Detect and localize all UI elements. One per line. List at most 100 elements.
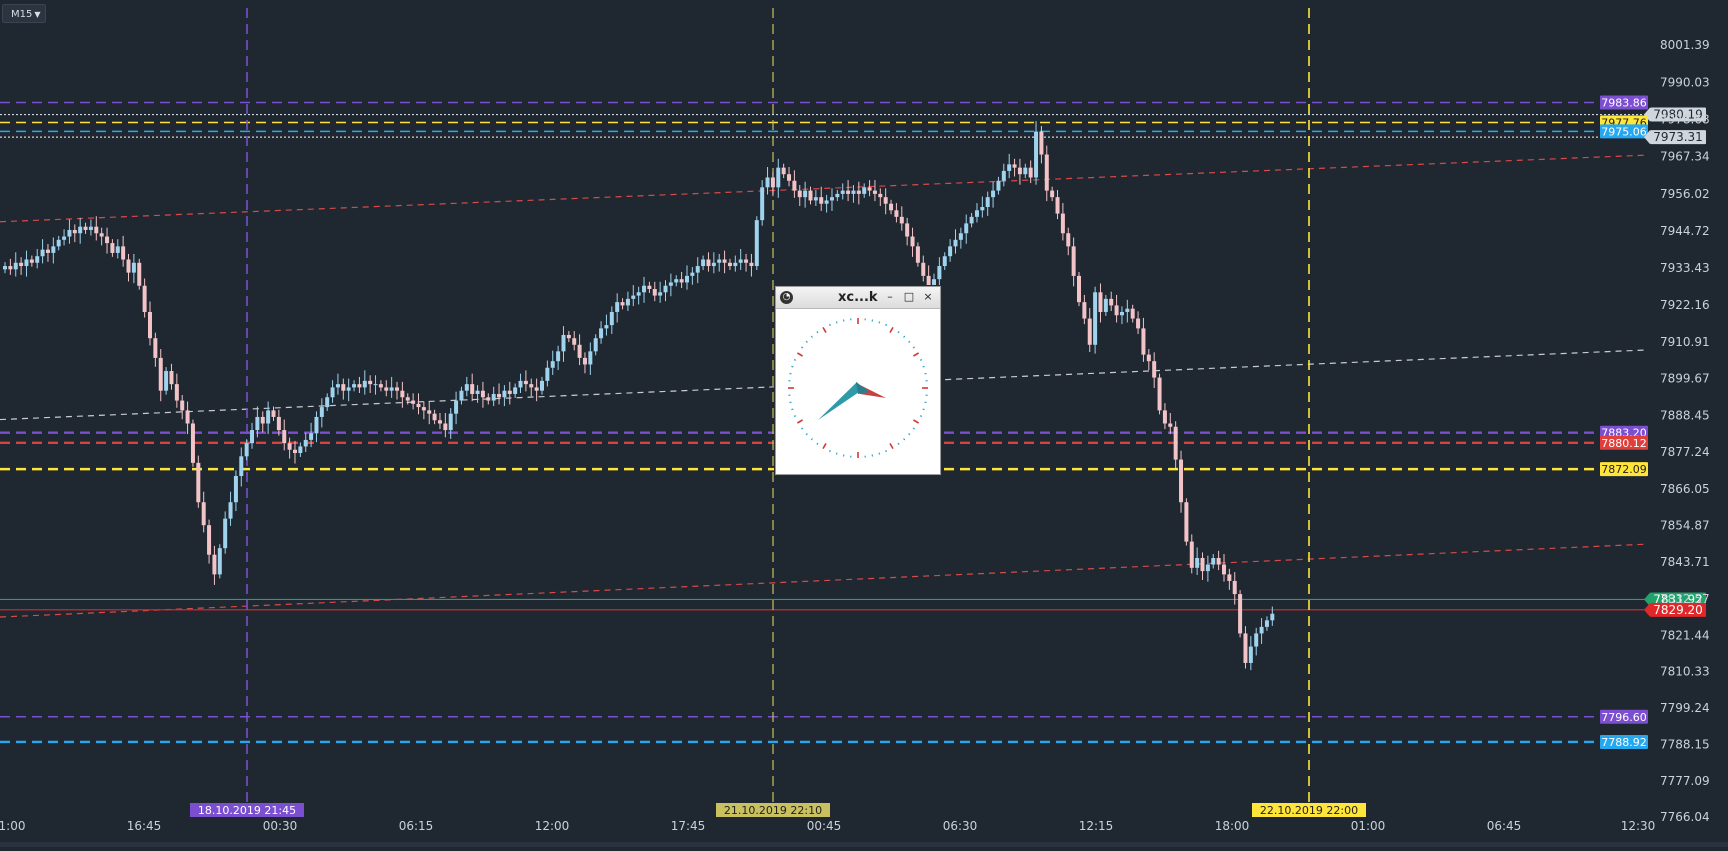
timeframe-selector[interactable]: M15▼ — [2, 4, 46, 23]
clock-minute-mark — [920, 416, 922, 417]
candle-body — [1029, 168, 1033, 178]
candle-body — [288, 443, 292, 450]
candle-body — [637, 292, 641, 295]
candle-body — [873, 191, 877, 194]
candle-body — [89, 227, 93, 230]
candle-body — [894, 210, 898, 217]
candle-body — [664, 286, 668, 293]
clock-window[interactable]: ◔ xc...k – □ × — [775, 286, 941, 475]
y-tick-label: 7777.09 — [1660, 774, 1710, 788]
candle-body — [191, 424, 195, 463]
clock-window-titlebar[interactable]: ◔ xc...k – □ × — [776, 287, 940, 309]
candle-body — [567, 335, 571, 338]
candle-body — [379, 384, 383, 387]
candle-body — [35, 256, 39, 263]
y-tick-label: 7978.68 — [1660, 112, 1710, 126]
candle-body — [1227, 574, 1231, 581]
candle-body — [1131, 309, 1135, 319]
candle-body — [841, 191, 845, 194]
clock-minute-mark — [923, 409, 925, 410]
candle-body — [776, 168, 780, 188]
candle-body — [325, 397, 329, 407]
candle-body — [728, 263, 732, 266]
candle-body — [519, 381, 523, 388]
price-line-label: 7983.86 — [1601, 97, 1647, 110]
clock-minute-mark — [817, 443, 818, 445]
candle-body — [1013, 164, 1017, 167]
clock-hour-mark — [890, 327, 893, 332]
candle-body — [202, 502, 206, 525]
minimize-button[interactable]: – — [883, 290, 897, 304]
candle-body — [320, 407, 324, 417]
candle-body — [1002, 171, 1006, 181]
clock-minute-mark — [909, 341, 910, 342]
candle-body — [921, 263, 925, 276]
candle-body — [8, 266, 12, 269]
candle-body — [41, 250, 45, 257]
candle-body — [476, 391, 480, 394]
candle-body — [1243, 633, 1247, 663]
candle-body — [975, 210, 979, 217]
candle-body — [594, 338, 598, 351]
candle-body — [1136, 319, 1140, 329]
clock-minute-mark — [791, 409, 793, 410]
y-tick-label: 7990.03 — [1660, 75, 1710, 89]
candle-body — [30, 259, 34, 262]
x-tick-label: 12:30 — [1621, 819, 1656, 833]
candle-body — [255, 417, 259, 430]
candle-body — [57, 240, 61, 247]
candle-body — [1270, 614, 1274, 621]
clock-minute-mark — [806, 341, 807, 342]
candle-body — [1179, 460, 1183, 503]
candle-body — [642, 286, 646, 293]
candle-body — [363, 381, 367, 388]
maximize-button[interactable]: □ — [902, 290, 916, 304]
x-tick-label: 06:15 — [399, 819, 434, 833]
candle-body — [234, 476, 238, 502]
clock-minute-mark — [830, 324, 831, 326]
candle-body — [164, 371, 168, 391]
candle-body — [443, 424, 447, 431]
candle-body — [481, 391, 485, 398]
candle-body — [803, 191, 807, 198]
candle-body — [384, 387, 388, 390]
candle-body — [239, 456, 243, 476]
candle-body — [159, 358, 163, 391]
clock-minute-mark — [913, 428, 915, 429]
candle-body — [953, 240, 957, 247]
clock-minute-mark — [794, 360, 796, 361]
candle-body — [905, 223, 909, 236]
candle-body — [309, 433, 313, 440]
candle-body — [218, 548, 222, 574]
candle-body — [1147, 355, 1151, 362]
clock-minute-mark — [909, 434, 910, 435]
close-button[interactable]: × — [921, 290, 935, 304]
y-tick-label: 7810.33 — [1660, 665, 1710, 679]
candle-body — [846, 191, 850, 194]
candle-body — [524, 381, 528, 384]
candle-body — [438, 420, 442, 423]
candle-body — [272, 410, 276, 417]
clock-window-title: xc...k — [838, 290, 878, 305]
x-tick-label: 00:45 — [807, 819, 842, 833]
candle-body — [980, 207, 984, 210]
candle-body — [911, 237, 915, 247]
candle-body — [653, 289, 657, 296]
clock-minute-mark — [801, 428, 803, 429]
price-line-label: 7872.09 — [1601, 463, 1647, 476]
y-tick-label: 7788.15 — [1660, 737, 1710, 751]
candle-body — [336, 384, 340, 387]
candle-body — [1184, 502, 1188, 541]
candle-body — [73, 230, 77, 233]
candle-body — [996, 181, 1000, 191]
candle-body — [148, 312, 152, 338]
candle-body — [685, 276, 689, 283]
x-tick-label: 06:45 — [1487, 819, 1522, 833]
x-tick-label: 17:45 — [671, 819, 706, 833]
price-line-label: 7975.06 — [1601, 125, 1647, 138]
price-line-label: 7973.31 — [1653, 130, 1703, 144]
candle-body — [916, 246, 920, 262]
y-tick-label: 7766.04 — [1660, 810, 1710, 824]
candle-body — [1201, 558, 1205, 571]
candle-body — [943, 256, 947, 266]
